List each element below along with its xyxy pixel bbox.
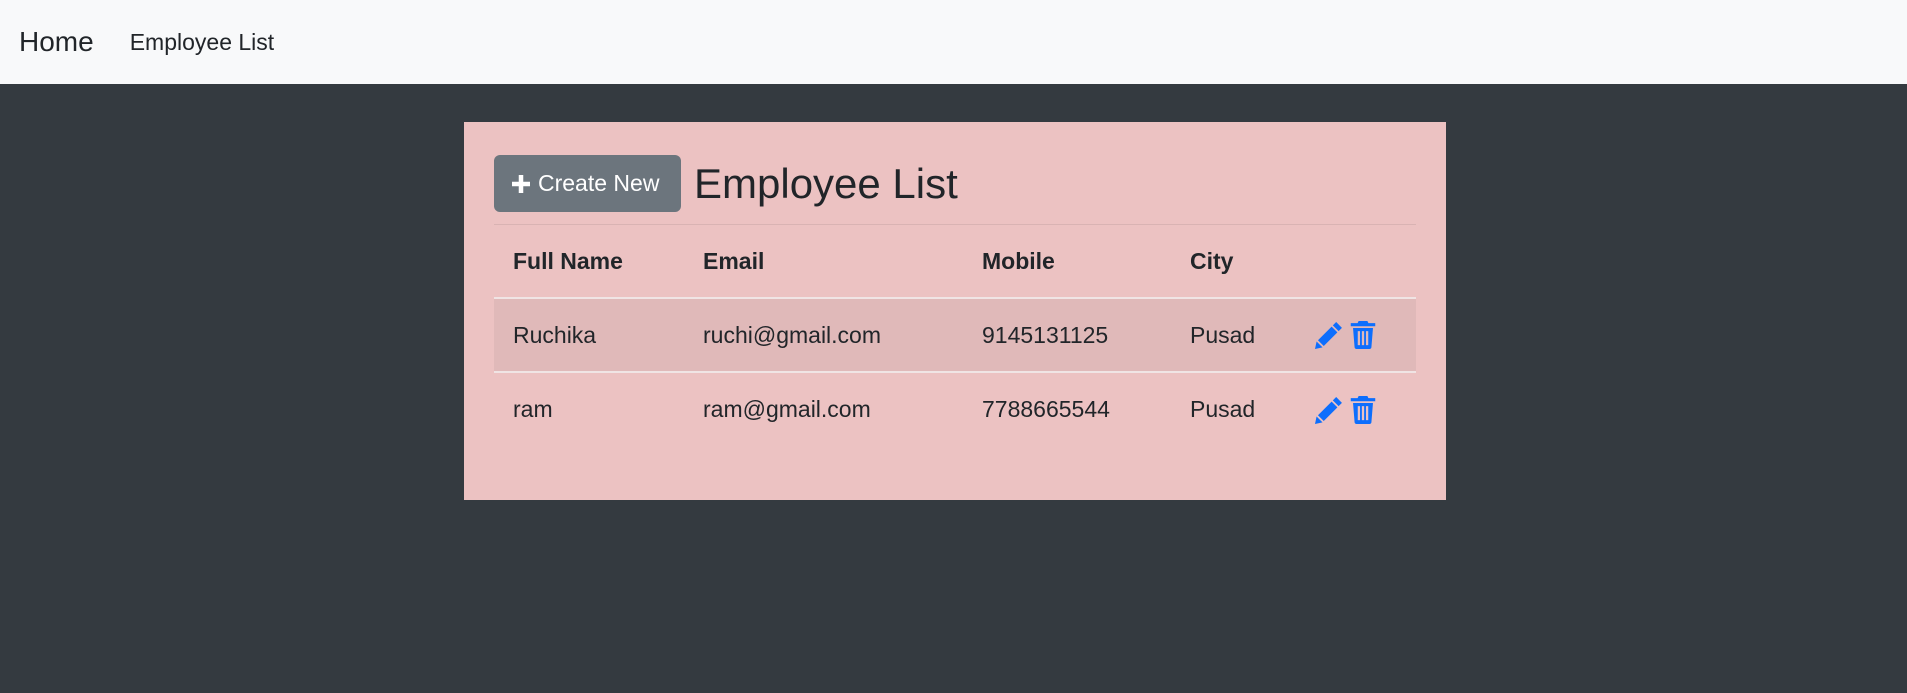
header-email: Email (703, 247, 765, 274)
cell-full-name: ram (513, 396, 553, 422)
header-actions (1296, 225, 1416, 298)
nav-brand-home[interactable]: Home (19, 26, 94, 58)
trash-icon[interactable] (1349, 395, 1377, 424)
page-title: Employee List (694, 159, 958, 207)
cell-actions (1296, 298, 1416, 372)
employee-table: Full Name Email Mobile City Ruchika ruch… (494, 225, 1416, 446)
navbar: Home Employee List (0, 0, 1907, 84)
header-city: City (1190, 247, 1234, 274)
row-actions (1315, 321, 1416, 349)
trash-icon[interactable] (1349, 321, 1377, 349)
card-header: Create New Employee List (494, 155, 1416, 212)
pencil-icon[interactable] (1315, 321, 1343, 349)
table-row: Ruchika ruchi@gmail.com 9145131125 Pusad (494, 298, 1416, 372)
cell-city: Pusad (1190, 321, 1256, 348)
nav-link-employee-list[interactable]: Employee List (130, 29, 274, 56)
cell-full-name: Ruchika (513, 321, 597, 348)
cell-email: ruchi@gmail.com (703, 321, 882, 348)
table-header-row: Full Name Email Mobile City (494, 225, 1416, 298)
plus-icon (512, 174, 530, 193)
create-new-button[interactable]: Create New (494, 155, 681, 212)
pencil-icon[interactable] (1315, 396, 1343, 424)
row-actions (1315, 395, 1416, 424)
header-mobile: Mobile (982, 247, 1055, 274)
cell-mobile: 7788665544 (982, 396, 1110, 422)
table-row: ram ram@gmail.com 7788665544 Pusad (494, 372, 1416, 446)
header-full-name: Full Name (513, 247, 623, 274)
create-new-label: Create New (538, 170, 660, 196)
cell-email: ram@gmail.com (703, 396, 871, 422)
cell-mobile: 9145131125 (982, 321, 1109, 348)
cell-city: Pusad (1190, 396, 1256, 422)
employee-card: Create New Employee List Full Name Email… (464, 122, 1446, 500)
cell-actions (1296, 372, 1416, 446)
